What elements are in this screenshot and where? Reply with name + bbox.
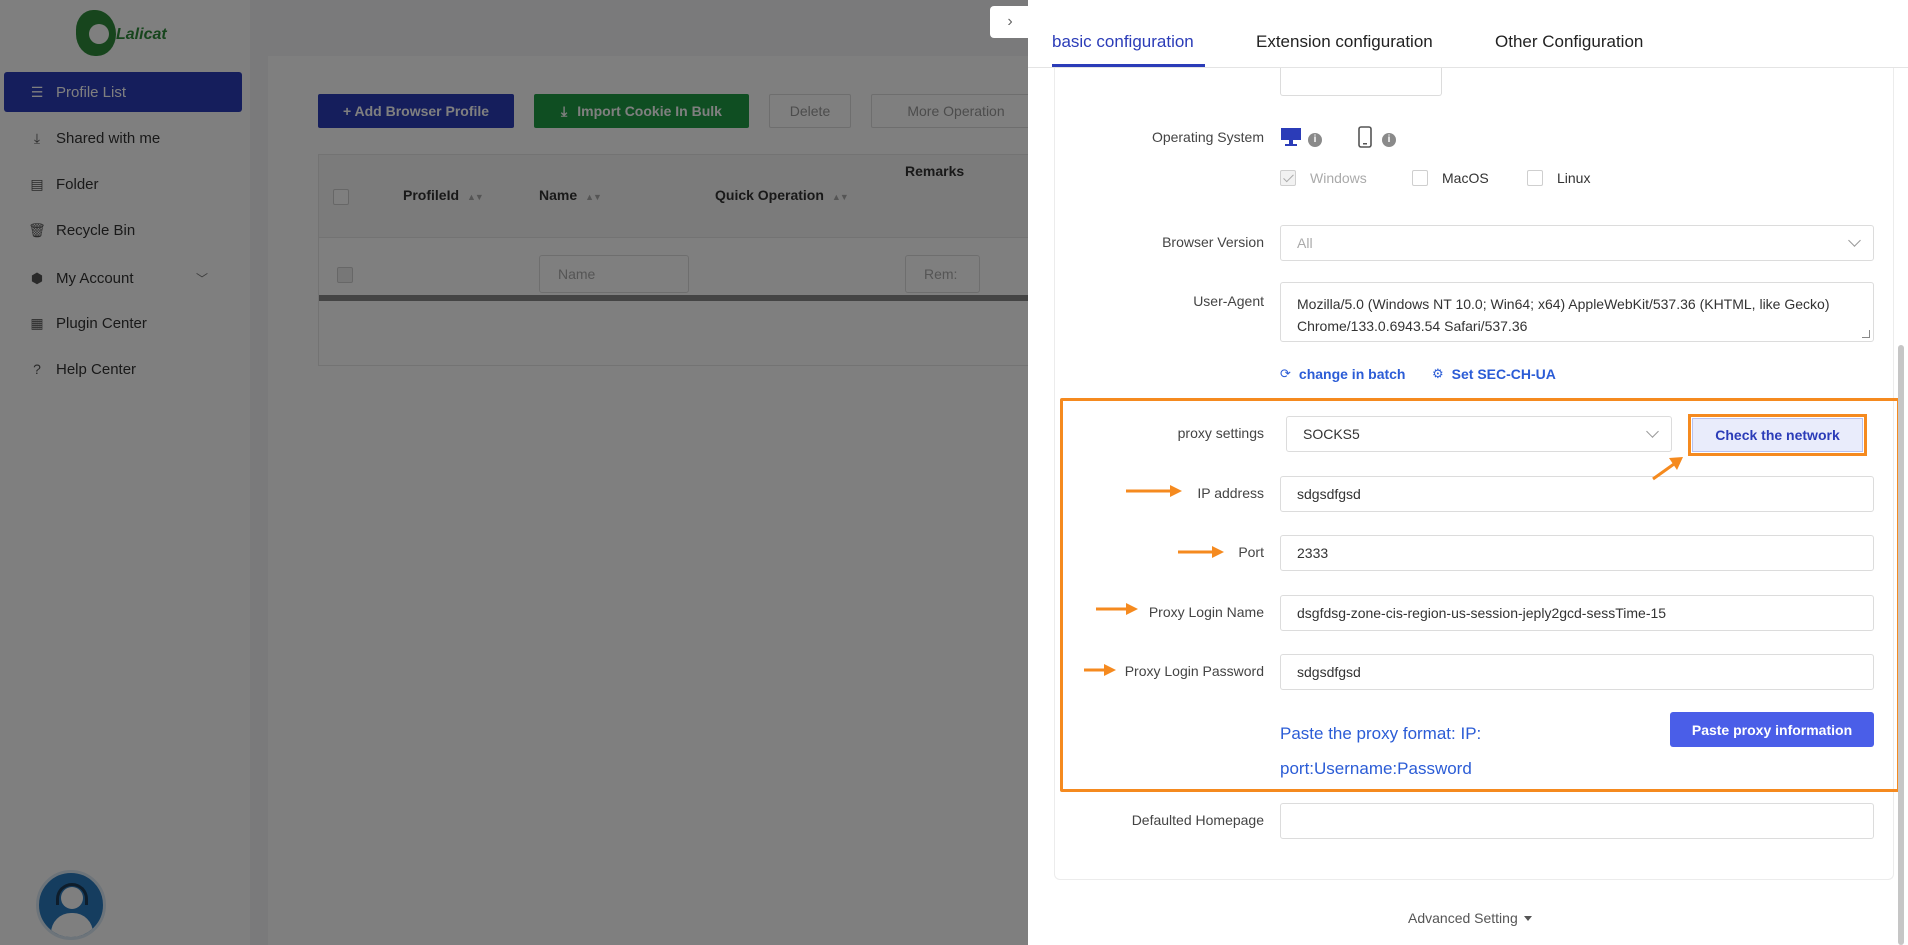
proxy-login-name-input[interactable]: dsgfdsg-zone-cis-region-us-session-jeply… xyxy=(1280,595,1874,631)
operating-system-label: Operating System xyxy=(1151,129,1264,145)
change-in-batch-link[interactable]: ⟳ change in batch xyxy=(1280,366,1405,382)
info-icon[interactable]: i xyxy=(1308,133,1322,147)
checkbox-box xyxy=(1412,170,1428,186)
port-label: Port xyxy=(1238,544,1264,560)
refresh-icon: ⟳ xyxy=(1280,366,1291,381)
chevron-down-icon xyxy=(1646,425,1659,438)
profile-config-drawer: basic configuration Extension configurat… xyxy=(1028,0,1908,945)
tab-other-configuration[interactable]: Other Configuration xyxy=(1495,32,1643,52)
browser-version-select[interactable]: All xyxy=(1280,225,1874,261)
chevron-down-icon xyxy=(1848,234,1861,247)
annotation-arrow-icon xyxy=(1652,457,1683,481)
modal-overlay[interactable] xyxy=(0,0,1028,945)
ip-address-input[interactable]: sdgsdfgsd xyxy=(1280,476,1874,512)
mobile-icon[interactable] xyxy=(1354,126,1376,148)
config-tabs: basic configuration Extension configurat… xyxy=(1028,0,1908,68)
os-linux-checkbox[interactable]: Linux xyxy=(1527,170,1590,186)
proxy-type-value: SOCKS5 xyxy=(1303,426,1360,442)
annotation-arrow-icon xyxy=(1084,664,1116,676)
drawer-scrollbar[interactable] xyxy=(1898,345,1904,945)
collapse-drawer-button[interactable]: › xyxy=(990,6,1030,38)
info-icon[interactable]: i xyxy=(1382,133,1396,147)
user-agent-textarea[interactable]: Mozilla/5.0 (Windows NT 10.0; Win64; x64… xyxy=(1280,282,1874,342)
check-network-button[interactable]: Check the network xyxy=(1692,418,1863,452)
advanced-setting-label: Advanced Setting xyxy=(1408,910,1518,926)
gear-icon: ⚙ xyxy=(1432,366,1444,381)
proxy-settings-label: proxy settings xyxy=(1177,425,1264,441)
active-tab-indicator xyxy=(1052,64,1205,67)
os-option-label: Linux xyxy=(1557,170,1591,186)
chevron-right-icon: › xyxy=(1007,13,1013,30)
defaulted-homepage-label: Defaulted Homepage xyxy=(1131,812,1264,828)
clipped-select[interactable] xyxy=(1280,68,1442,96)
os-windows-checkbox[interactable]: Windows xyxy=(1280,170,1367,186)
annotation-arrow-icon xyxy=(1096,603,1138,615)
proxy-type-select[interactable]: SOCKS5 xyxy=(1286,416,1672,452)
change-in-batch-label: change in batch xyxy=(1298,366,1406,382)
defaulted-homepage-input[interactable] xyxy=(1280,803,1874,839)
os-option-label: Windows xyxy=(1310,170,1367,186)
desktop-icon[interactable] xyxy=(1280,126,1302,148)
resize-handle-icon[interactable] xyxy=(1862,330,1870,338)
browser-version-value: All xyxy=(1297,235,1313,251)
tab-extension-configuration[interactable]: Extension configuration xyxy=(1256,32,1433,52)
advanced-setting-toggle[interactable]: Advanced Setting xyxy=(1408,910,1532,926)
user-agent-value: Mozilla/5.0 (Windows NT 10.0; Win64; x64… xyxy=(1297,296,1830,334)
os-macos-checkbox[interactable]: MacOS xyxy=(1412,170,1489,186)
caret-down-icon xyxy=(1523,915,1532,921)
proxy-login-password-input[interactable]: sdgsdfgsd xyxy=(1280,654,1874,690)
set-sec-ch-ua-link[interactable]: ⚙ Set SEC-CH-UA xyxy=(1432,366,1556,382)
annotation-arrow-icon xyxy=(1126,485,1182,497)
checkbox-box xyxy=(1280,170,1296,186)
user-agent-label: User-Agent xyxy=(1193,293,1264,309)
tab-basic-configuration[interactable]: basic configuration xyxy=(1052,32,1194,52)
paste-proxy-information-button[interactable]: Paste proxy information xyxy=(1670,712,1874,747)
browser-version-label: Browser Version xyxy=(1162,234,1264,250)
annotation-arrow-icon xyxy=(1178,546,1224,558)
checkbox-box xyxy=(1527,170,1543,186)
os-option-label: MacOS xyxy=(1442,170,1489,186)
paste-proxy-hint: Paste the proxy format: IP: port:Usernam… xyxy=(1280,724,1482,778)
set-sec-ch-ua-label: Set SEC-CH-UA xyxy=(1451,366,1556,382)
port-input[interactable]: 2333 xyxy=(1280,535,1874,571)
